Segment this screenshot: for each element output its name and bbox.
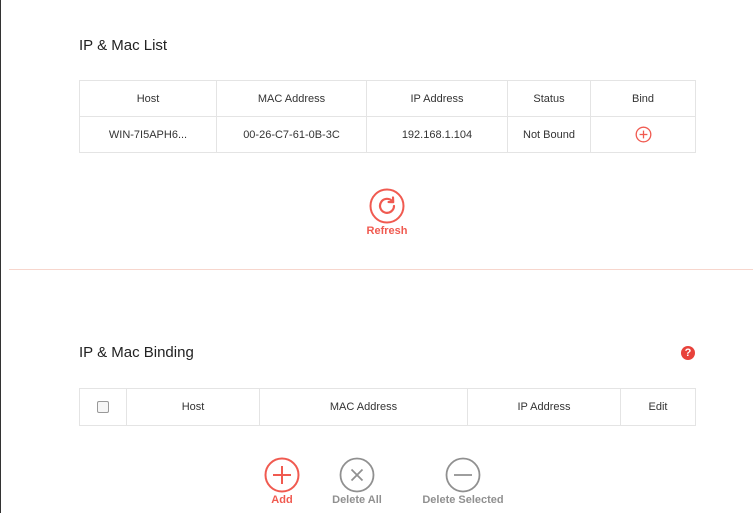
minus-circle-icon xyxy=(445,457,481,493)
add-label: Add xyxy=(271,494,293,506)
row-host: WIN-7I5APH6... xyxy=(79,116,217,153)
row-mac-address: 00-26-C7-61-0B-3C xyxy=(216,116,367,153)
ip-mac-binding-title: IP & Mac Binding xyxy=(79,344,194,361)
column-mac-address: MAC Address xyxy=(216,80,367,117)
select-all-cell xyxy=(79,388,127,426)
delete-all-button[interactable]: Delete All xyxy=(322,457,392,506)
window-left-edge xyxy=(0,0,1,513)
select-all-checkbox[interactable] xyxy=(97,401,109,414)
row-status: Not Bound xyxy=(507,116,591,153)
row-bind-cell xyxy=(590,116,696,153)
refresh-button[interactable]: Refresh xyxy=(355,188,419,237)
ip-mac-binding-table: Host MAC Address IP Address Edit xyxy=(79,388,696,426)
column-host: Host xyxy=(79,80,217,117)
delete-selected-label: Delete Selected xyxy=(422,494,504,506)
column-mac-address: MAC Address xyxy=(259,388,468,426)
column-ip-address: IP Address xyxy=(366,80,508,117)
section-divider xyxy=(9,269,753,270)
refresh-icon xyxy=(369,188,405,224)
plus-circle-icon xyxy=(264,457,300,493)
row-ip-address: 192.168.1.104 xyxy=(366,116,508,153)
x-circle-icon xyxy=(339,457,375,493)
column-ip-address: IP Address xyxy=(467,388,621,426)
column-edit: Edit xyxy=(620,388,696,426)
table-row: WIN-7I5APH6... 00-26-C7-61-0B-3C 192.168… xyxy=(79,116,696,153)
delete-all-label: Delete All xyxy=(332,494,382,506)
ip-mac-list-title: IP & Mac List xyxy=(79,37,168,54)
ip-mac-list-table: Host MAC Address IP Address Status Bind … xyxy=(79,80,696,153)
question-circle-icon[interactable]: ? xyxy=(681,346,695,360)
column-host: Host xyxy=(126,388,260,426)
refresh-label: Refresh xyxy=(366,225,408,237)
column-bind: Bind xyxy=(590,80,696,117)
column-status: Status xyxy=(507,80,591,117)
plus-circle-icon[interactable] xyxy=(635,126,652,143)
delete-selected-button[interactable]: Delete Selected xyxy=(407,457,519,506)
add-button[interactable]: Add xyxy=(252,457,312,506)
